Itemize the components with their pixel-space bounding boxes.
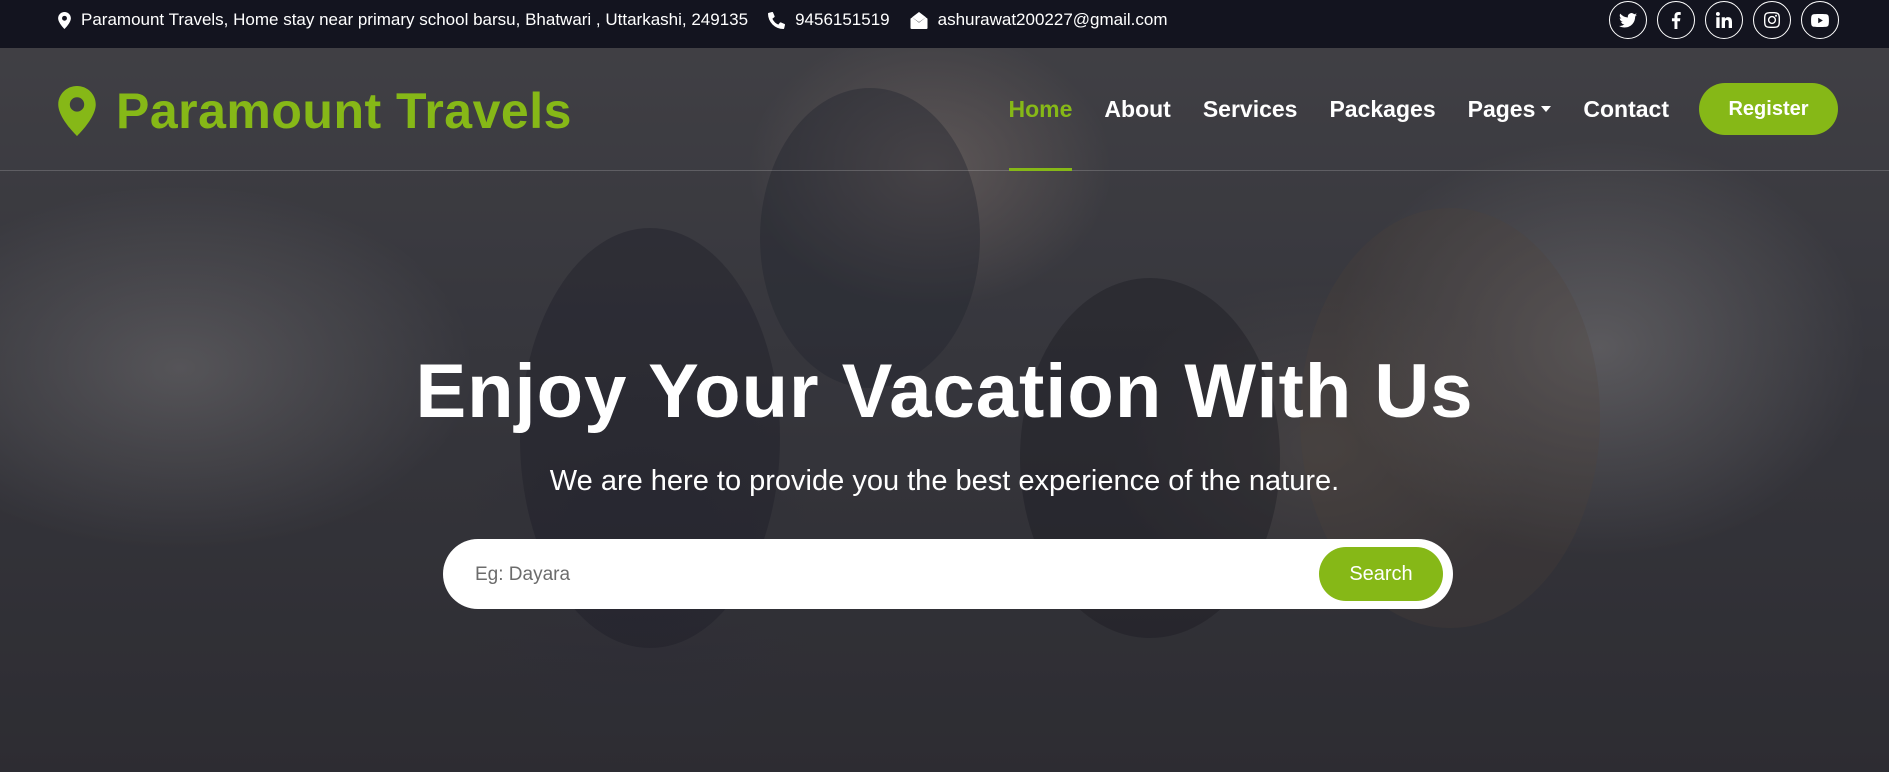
nav-pages-dropdown[interactable]: Pages [1468,48,1552,170]
nav-services[interactable]: Services [1203,48,1298,170]
phone-text[interactable]: 9456151519 [795,10,890,30]
youtube-link[interactable] [1801,1,1839,39]
nav-packages[interactable]: Packages [1329,48,1435,170]
search-bar: Search [443,539,1453,611]
caret-down-icon [1541,106,1552,112]
search-input[interactable] [473,539,1257,611]
address-text: Paramount Travels, Home stay near primar… [81,10,749,29]
nav-packages-label: Packages [1329,95,1436,122]
phone-icon [768,11,786,29]
linkedin-icon [1716,12,1732,28]
address-item: Paramount Travels, Home stay near primar… [58,10,748,30]
hero-title: Enjoy Your Vacation With Us [415,349,1474,434]
main-navbar: Paramount Travels Home About Services Pa… [0,48,1889,171]
nav-menu: Home About Services Packages Pages Conta… [977,48,1669,171]
nav-about-label: About [1104,95,1171,122]
nav-contact[interactable]: Contact [1583,48,1669,170]
top-bar: Paramount Travels, Home stay near primar… [0,0,1889,48]
nav-about[interactable]: About [1104,48,1170,170]
social-links [1609,1,1839,39]
instagram-link[interactable] [1753,1,1791,39]
twitter-icon [1619,12,1637,28]
email-text[interactable]: ashurawat200227@gmail.com [938,10,1168,30]
instagram-icon [1764,12,1780,28]
nav-home-label: Home [1008,95,1073,122]
email-item: ashurawat200227@gmail.com [910,10,1168,30]
hero-section: Paramount Travels Home About Services Pa… [0,48,1889,772]
linkedin-link[interactable] [1705,1,1743,39]
brand-logo[interactable]: Paramount Travels [58,82,572,140]
envelope-open-icon [910,11,928,29]
contact-info: Paramount Travels, Home stay near primar… [58,0,1188,40]
hero-subtitle: We are here to provide you the best expe… [549,465,1340,497]
twitter-link[interactable] [1609,1,1647,39]
facebook-link[interactable] [1657,1,1695,39]
phone-item: 9456151519 [768,10,890,30]
search-button[interactable]: Search [1319,547,1443,601]
map-marker-icon [58,86,96,136]
nav-home[interactable]: Home [1008,48,1073,171]
register-button[interactable]: Register [1699,83,1838,135]
nav-contact-label: Contact [1583,95,1669,122]
youtube-icon [1811,13,1829,27]
map-marker-icon [58,11,71,29]
nav-pages-label: Pages [1467,95,1536,122]
brand-name: Paramount Travels [116,83,572,139]
nav-services-label: Services [1202,95,1298,122]
facebook-icon [1671,11,1681,29]
